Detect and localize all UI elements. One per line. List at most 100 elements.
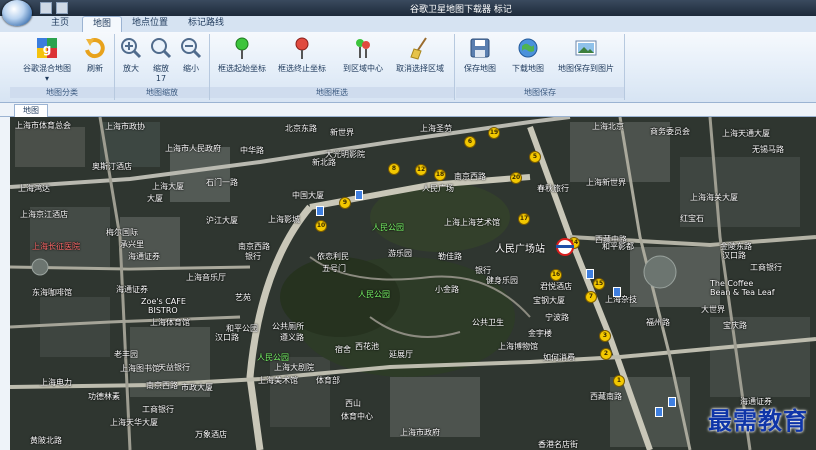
map-place-label: 西山 [345,399,361,408]
map-place-label: 西花池 [355,342,379,351]
bus-stop-icon[interactable] [355,190,363,200]
metro-station-icon[interactable] [556,238,574,256]
select-end-coord-label: 框选终止坐标 [278,64,326,73]
zoom-icon [149,36,173,60]
tab-map[interactable]: 地图 [82,16,122,33]
tab-mark-route[interactable]: 标记路线 [180,16,232,32]
group-map-type: g 谷歌混合地图 ▾ 刷新 地图分类 [10,34,115,100]
go-region-center-button[interactable]: 到区域中心 [340,36,386,74]
map-place-label: 承兴里 [120,240,144,249]
save-map-label: 保存地图 [464,64,496,73]
map-place-label: 银行 [245,252,261,261]
route-marker[interactable]: 7 [585,291,597,303]
map-place-label: 上海市体育总会 [15,121,71,130]
map-place-label: 小金路 [435,285,459,294]
bus-stop-icon[interactable] [655,407,663,417]
map-place-label: 上海电力 [40,378,72,387]
map-place-label: 石门一路 [206,178,238,187]
select-start-coord-label: 框选起始坐标 [218,64,266,73]
route-marker[interactable]: 6 [464,136,476,148]
quick-undo-icon[interactable] [56,2,68,14]
map-place-label: 中国大厦 [292,191,324,200]
download-map-button[interactable]: 下载地图 [510,36,546,74]
zoom-button[interactable]: 缩放 17 [149,36,173,83]
map-place-label: 上海体育馆 [150,318,190,327]
map-place-label: 人民公园 [358,290,390,299]
select-end-coord-button[interactable]: 框选终止坐标 [274,36,330,74]
map-place-label: 上海博物馆 [498,342,538,351]
route-marker[interactable]: 8 [388,163,400,175]
refresh-icon [83,36,107,60]
bus-stop-icon[interactable] [668,397,676,407]
route-marker[interactable]: 1 [613,375,625,387]
zoom-level-value[interactable]: 17 [149,74,173,83]
route-marker[interactable]: 15 [593,278,605,290]
document-tab-map[interactable]: 地图 [14,104,48,117]
route-marker[interactable]: 17 [518,213,530,225]
map-place-label: 上海市政协 [105,122,145,131]
map-place-label: 上海大厦 [152,182,184,191]
quick-save-icon[interactable] [40,2,52,14]
document-tab-row: 地图 [0,103,816,117]
map-place-label: 如何消费 [543,353,575,362]
bus-stop-icon[interactable] [586,269,594,279]
refresh-button[interactable]: 刷新 [82,36,108,74]
map-place-label: 金宇楼 [528,329,552,338]
map-place-label: 上海大剧院 [274,363,314,372]
zoom-out-icon [179,36,203,60]
select-start-coord-button[interactable]: 框选起始坐标 [214,36,270,74]
cancel-selection-button[interactable]: 取消选择区域 [392,36,448,74]
map-place-label: 香港名店街 [538,440,578,449]
green-pin-icon [230,36,254,60]
route-marker[interactable]: 9 [339,197,351,209]
cancel-selection-label: 取消选择区域 [396,64,444,73]
map-place-label: 体育中心 [341,412,373,421]
map-place-label: 宝钢大厦 [533,296,565,305]
tab-location[interactable]: 地点位置 [124,16,176,32]
map-place-label: 上海影城 [268,215,300,224]
map-place-label: 大世界 [701,305,725,314]
map-place-label: The Coffee [710,279,754,288]
map-place-label: 宝庆路 [723,321,747,330]
group-map-select-label: 地图框选 [210,87,454,98]
save-map-to-image-button[interactable]: 地图保存到图片 [554,36,618,74]
zoom-out-button[interactable]: 缩小 [179,36,203,74]
map-place-label: 海通证券 [128,252,160,261]
tab-home[interactable]: 主页 [40,16,80,32]
route-marker[interactable]: 16 [550,269,562,281]
bus-stop-icon[interactable] [316,206,324,216]
route-marker[interactable]: 18 [434,169,446,181]
group-map-type-label: 地图分类 [10,87,114,98]
zoom-label: 缩放 [153,64,169,73]
bus-stop-icon[interactable] [613,287,621,297]
map-place-label: 人民公园 [372,223,404,232]
zoom-in-icon [119,36,143,60]
map-place-label: 黄陂北路 [30,436,62,445]
save-map-button[interactable]: 保存地图 [462,36,498,74]
region-center-icon [351,36,375,60]
google-hybrid-map-label: 谷歌混合地图 [23,64,71,73]
satellite-map-view[interactable]: 上海市体育总会 上海市政协 北京东路 新世界 上海圣劳 上海北京 上海市人民政府 中华路 大光明… [10,117,816,450]
map-place-label: 春秋旅行 [537,184,569,193]
refresh-label: 刷新 [87,64,103,73]
map-place-label: 和平影都 [602,242,634,251]
dropdown-arrow-icon: ▾ [44,74,49,83]
route-marker[interactable]: 3 [599,330,611,342]
map-place-label: 上海杂技 [605,295,637,304]
go-region-center-label: 到区域中心 [343,64,383,73]
route-marker[interactable]: 20 [510,172,522,184]
red-pin-icon [290,36,314,60]
route-marker[interactable]: 2 [600,348,612,360]
map-place-label: 上海上海艺术馆 [444,218,500,227]
route-marker[interactable]: 19 [488,127,500,139]
map-place-label: 海通证券 [116,285,148,294]
map-place-label: 五号门 [322,264,346,273]
route-marker[interactable]: 10 [315,220,327,232]
route-marker[interactable]: 12 [415,164,427,176]
application-menu-button[interactable] [2,0,32,26]
zoom-in-button[interactable]: 放大 [119,36,143,74]
map-place-label: 君悦酒店 [540,282,572,291]
group-map-save-label: 地图保存 [456,87,624,98]
google-hybrid-map-button[interactable]: g 谷歌混合地图 ▾ [20,36,74,83]
route-marker[interactable]: 5 [529,151,541,163]
